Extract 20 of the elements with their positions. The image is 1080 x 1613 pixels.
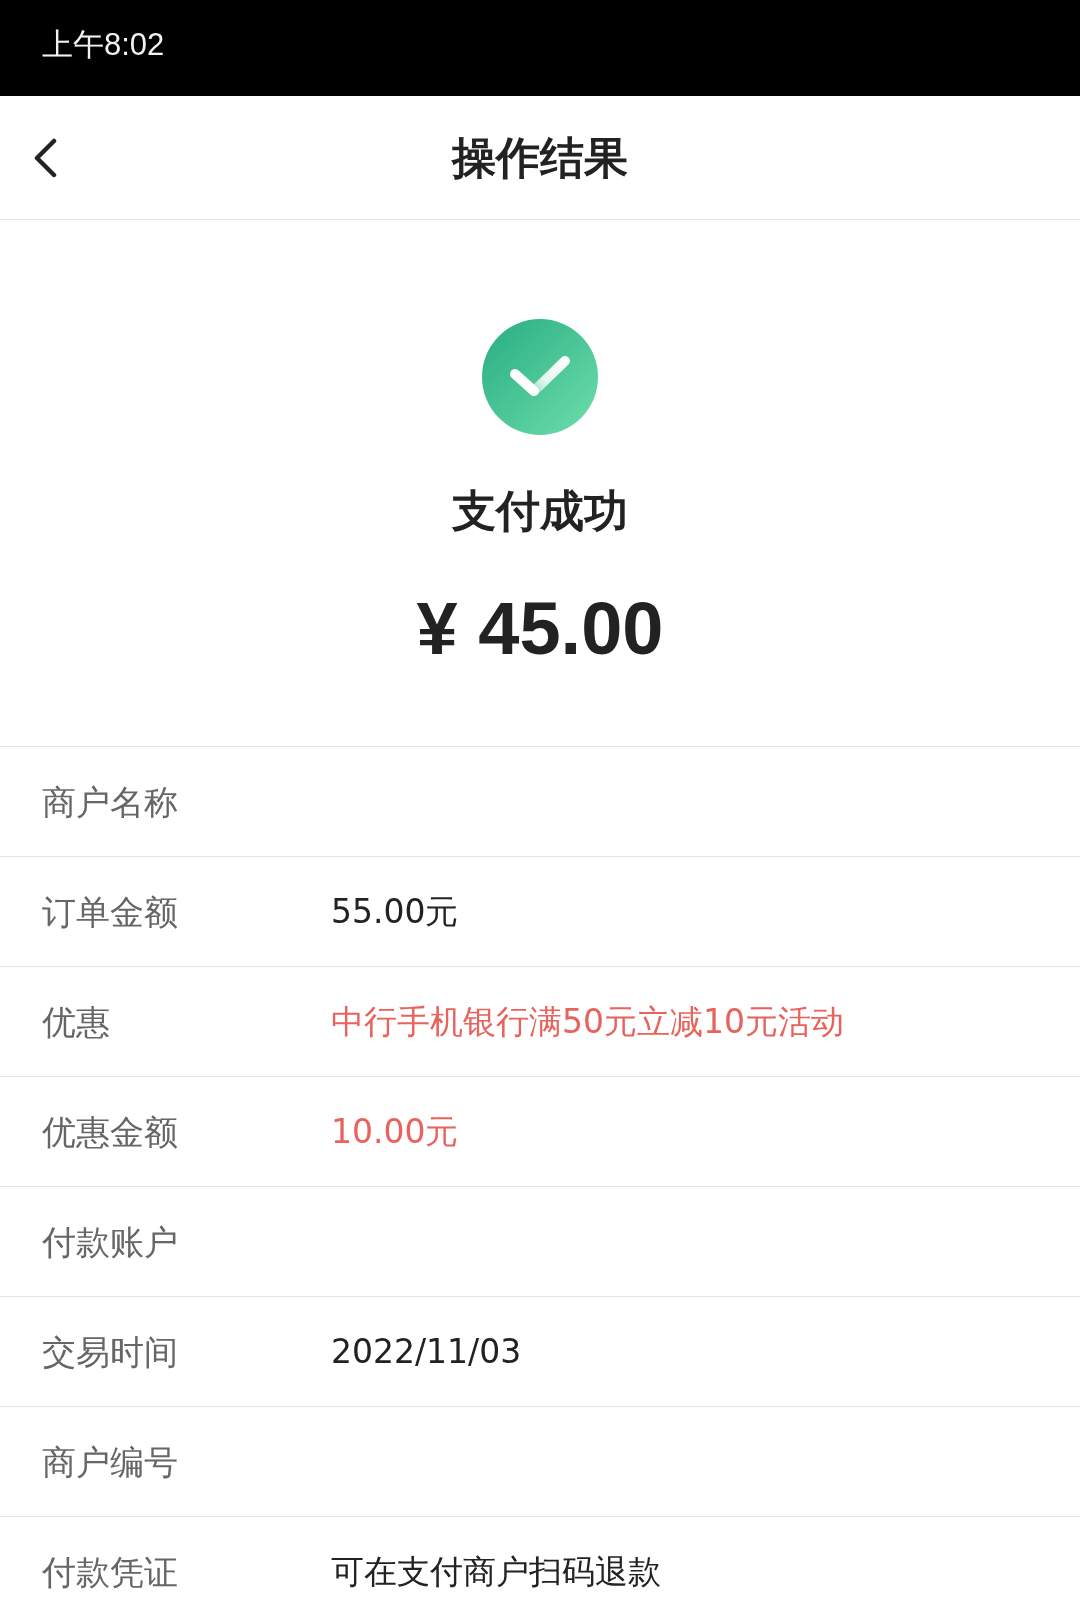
payment-status: 支付成功 [452, 484, 628, 538]
field-value: 可在支付商户扫码退款 [331, 1550, 661, 1593]
status-time: 上午8:02 [42, 26, 165, 64]
field-value: 10.00元 [331, 1110, 459, 1153]
payment-amount: ¥ 45.00 [416, 587, 664, 671]
field-label: 商户编号 [42, 1440, 179, 1484]
field-label: 商户名称 [42, 780, 179, 824]
success-check-icon [482, 319, 598, 435]
field-label: 优惠金额 [42, 1110, 179, 1154]
field-label: 付款账户 [42, 1220, 179, 1264]
chevron-left-icon [32, 137, 58, 178]
field-value: 中行手机银行满50元立减10元活动 [331, 1000, 844, 1043]
field-label: 交易时间 [42, 1330, 179, 1374]
page-title: 操作结果 [452, 130, 628, 185]
field-label: 订单金额 [42, 890, 179, 934]
field-value: 2022/11/03 [331, 1330, 522, 1373]
back-button[interactable] [32, 137, 58, 178]
field-label: 付款凭证 [42, 1550, 179, 1594]
field-label: 优惠 [42, 1000, 111, 1044]
field-value: 55.00元 [331, 890, 459, 933]
